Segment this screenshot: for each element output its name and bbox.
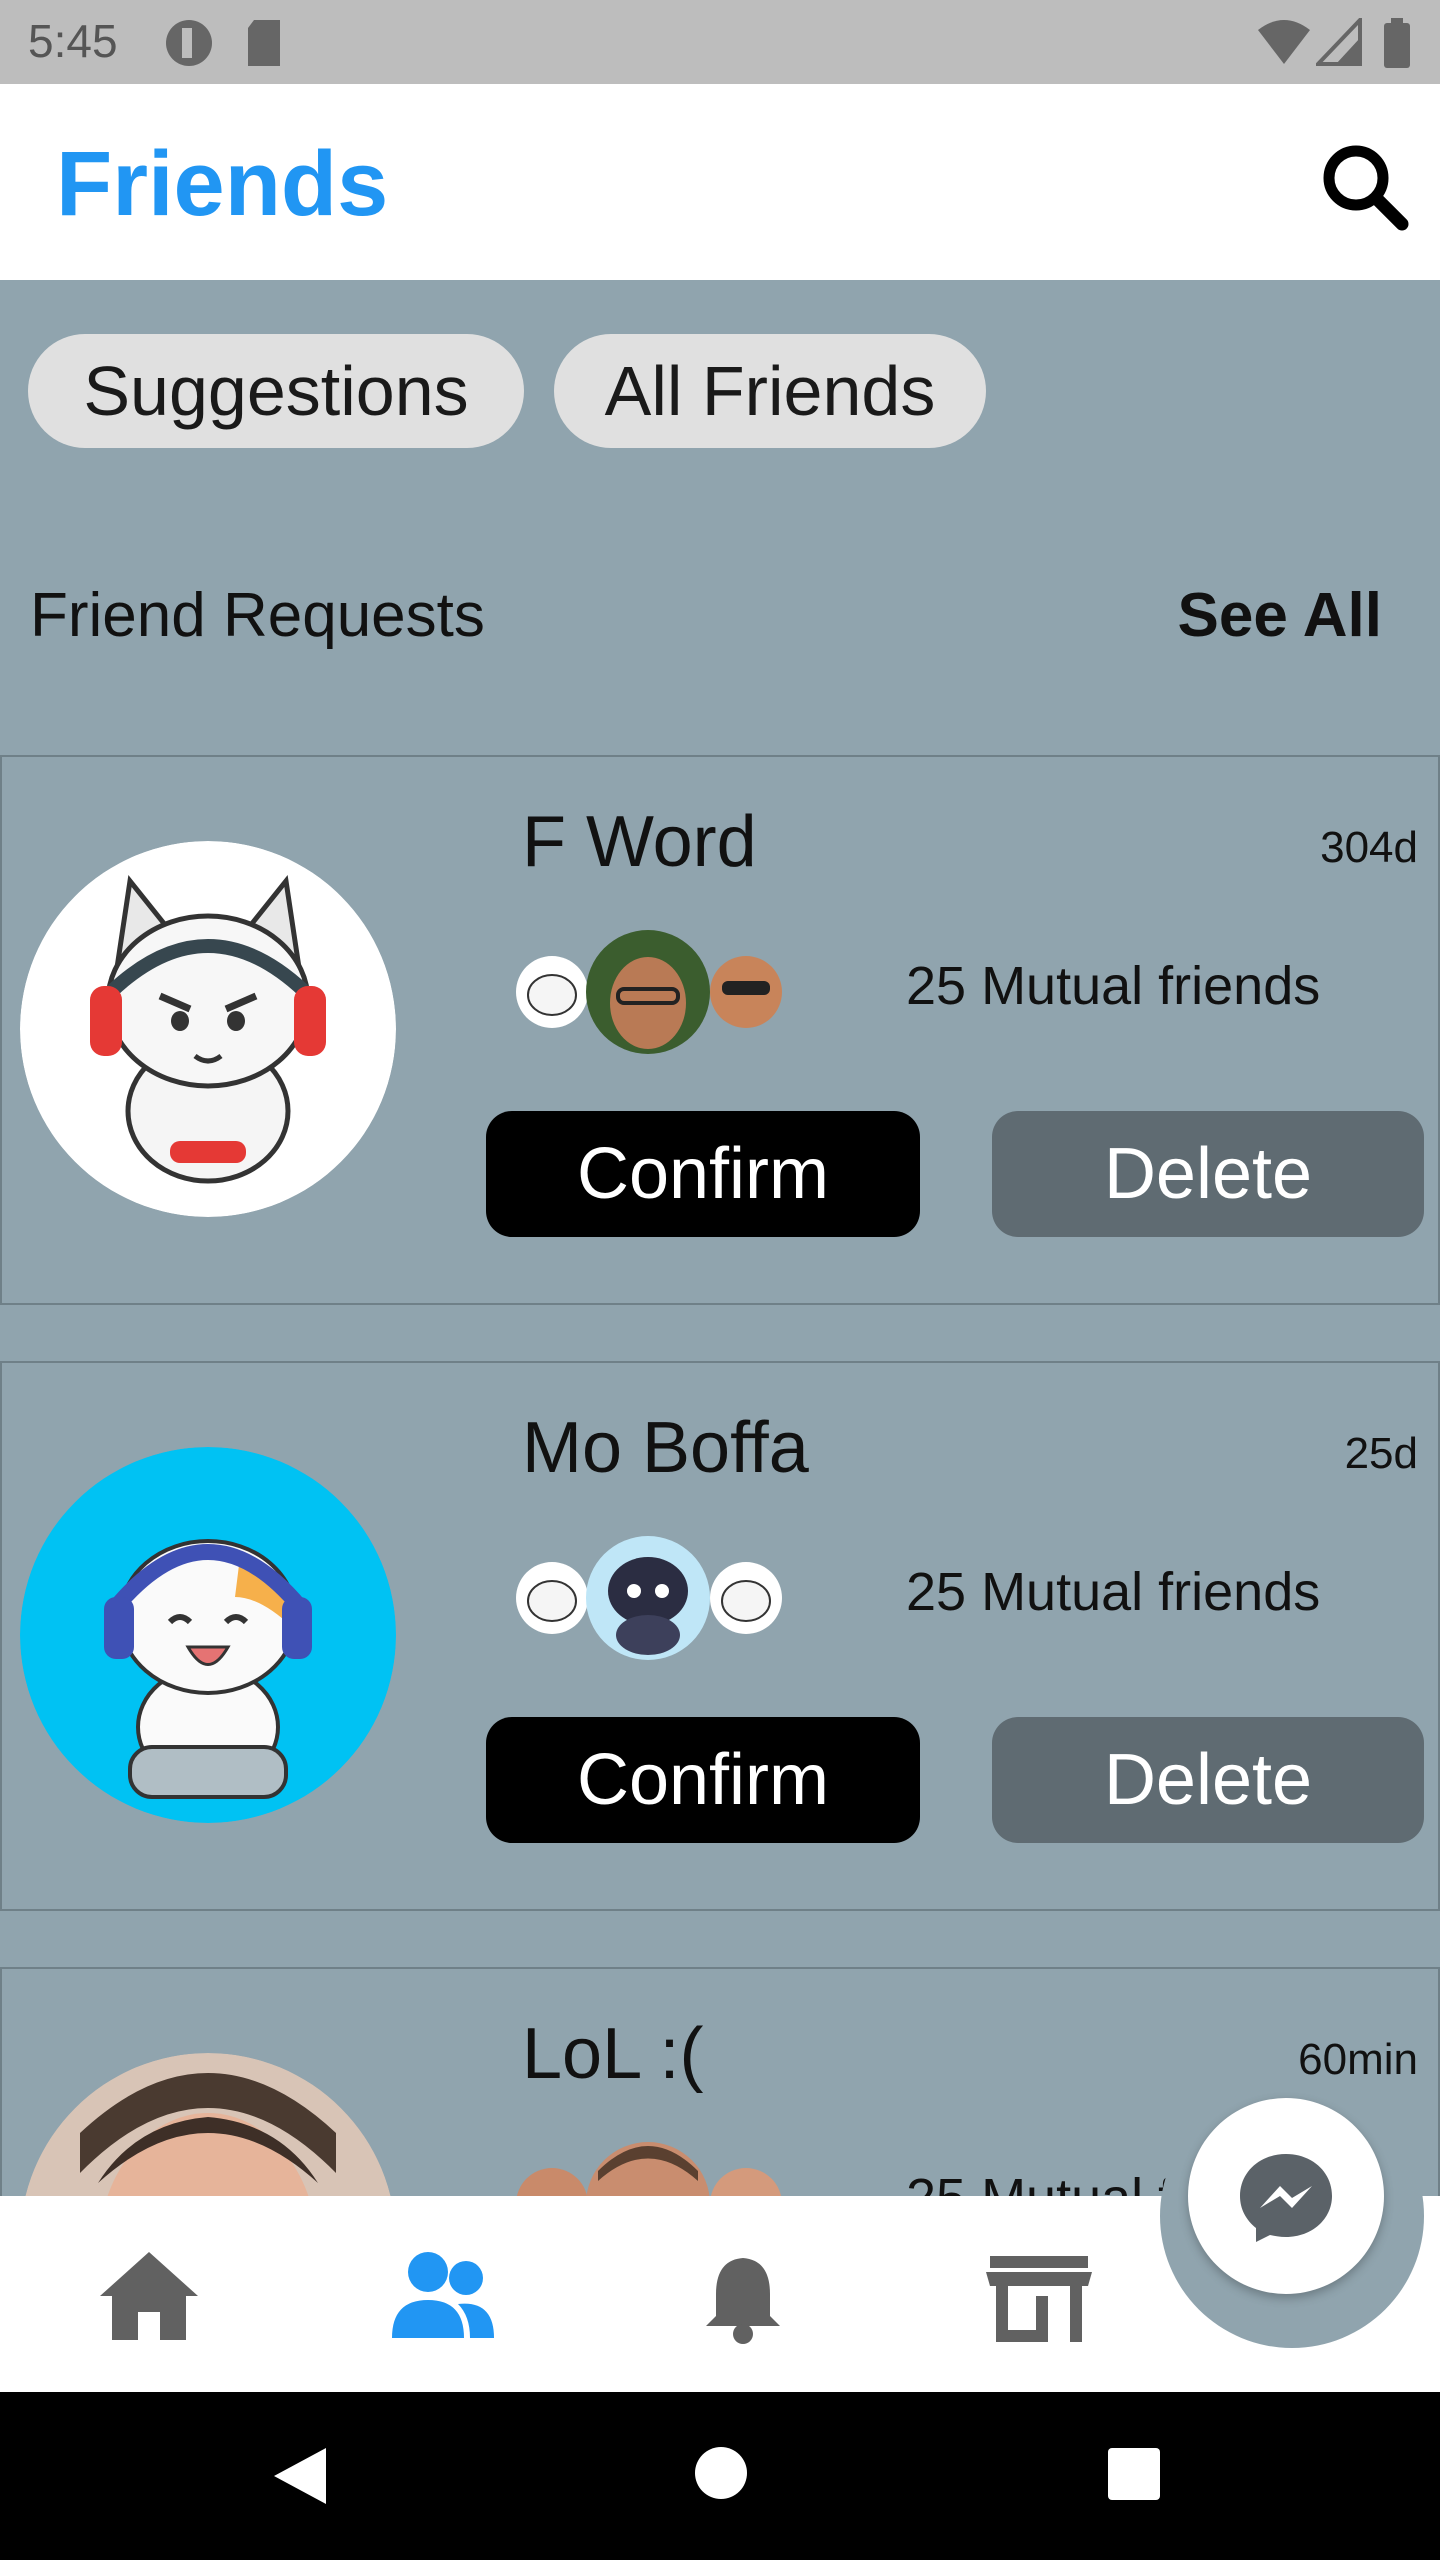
mutual-friends-avatars [516,930,782,1054]
home-icon[interactable] [94,2246,204,2346]
chip-suggestions[interactable]: Suggestions [28,334,524,448]
request-time: 60min [1298,2035,1418,2084]
request-time: 25d [1344,1429,1418,1478]
store-icon[interactable] [984,2246,1094,2346]
requester-name[interactable]: LoL :( [522,2013,703,2095]
requester-name[interactable]: F Word [522,801,757,883]
delete-button[interactable]: Delete [992,1111,1424,1237]
sd-card-icon [248,20,280,66]
requester-name[interactable]: Mo Boffa [522,1407,809,1489]
avatar[interactable] [20,841,396,1217]
section-title: Friend Requests [30,581,485,650]
avatar[interactable] [20,1447,396,1823]
chip-all-friends[interactable]: All Friends [554,334,986,448]
request-time: 304d [1320,823,1418,872]
friend-request-card: Mo Boffa 25d 25 Mutual friends Confirm D… [0,1361,1440,1911]
mutual-friends-count: 25 Mutual friends [906,956,1321,1016]
battery-icon [1384,18,1410,68]
messenger-button[interactable] [1188,2098,1384,2294]
status-bar: 5:45 [0,0,1440,84]
wifi-icon [1258,20,1310,64]
confirm-button[interactable]: Confirm [486,1717,920,1843]
friends-icon[interactable] [388,2246,498,2346]
system-nav-bar [0,2392,1440,2560]
app-notification-icon [166,20,212,66]
signal-icon [1316,18,1362,66]
see-all-link[interactable]: See All [1178,580,1382,651]
home-circle-icon[interactable] [694,2446,748,2500]
page-title: Friends [56,133,389,235]
recents-icon[interactable] [1108,2448,1160,2500]
mutual-friends-avatars [516,1536,782,1660]
bell-icon[interactable] [688,2246,798,2346]
back-icon[interactable] [270,2444,330,2508]
confirm-button[interactable]: Confirm [486,1111,920,1237]
status-time: 5:45 [28,15,118,67]
messenger-icon [1240,2154,1332,2242]
friend-request-card: F Word 304d 25 Mutual friends Confirm De… [0,755,1440,1305]
app-bar: Friends [0,84,1440,280]
search-icon[interactable] [1316,138,1412,234]
delete-button[interactable]: Delete [992,1717,1424,1843]
mutual-friends-count: 25 Mutual friends [906,1562,1321,1622]
